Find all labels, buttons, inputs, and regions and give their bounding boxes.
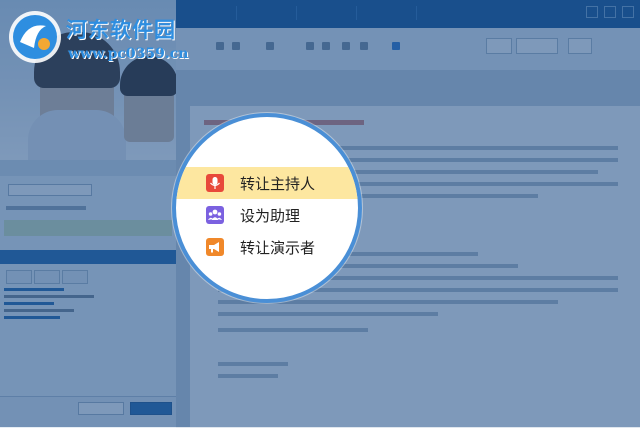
site-logo-icon	[6, 8, 64, 66]
watermark-site-name: 河东软件园	[66, 17, 176, 42]
group-icon	[206, 206, 224, 224]
microphone-icon	[206, 174, 224, 192]
menu-item-set-assistant[interactable]: 设为助理	[176, 199, 358, 231]
magnifier-callout: 转让主持人 设为助理 转让演示者	[172, 113, 362, 303]
meeting-app: 河东软件园 www.pc0359.cn 转让主持人 设为助理 转让演示者	[0, 0, 640, 428]
menu-item-label: 转让主持人	[240, 175, 316, 193]
megaphone-icon	[206, 238, 224, 256]
menu-item-transfer-host[interactable]: 转让主持人	[176, 167, 358, 199]
menu-item-label: 转让演示者	[240, 239, 316, 257]
watermark-site-url: www.pc0359.cn	[68, 46, 189, 62]
menu-item-transfer-presenter[interactable]: 转让演示者	[176, 231, 358, 263]
menu-item-label: 设为助理	[240, 207, 301, 225]
